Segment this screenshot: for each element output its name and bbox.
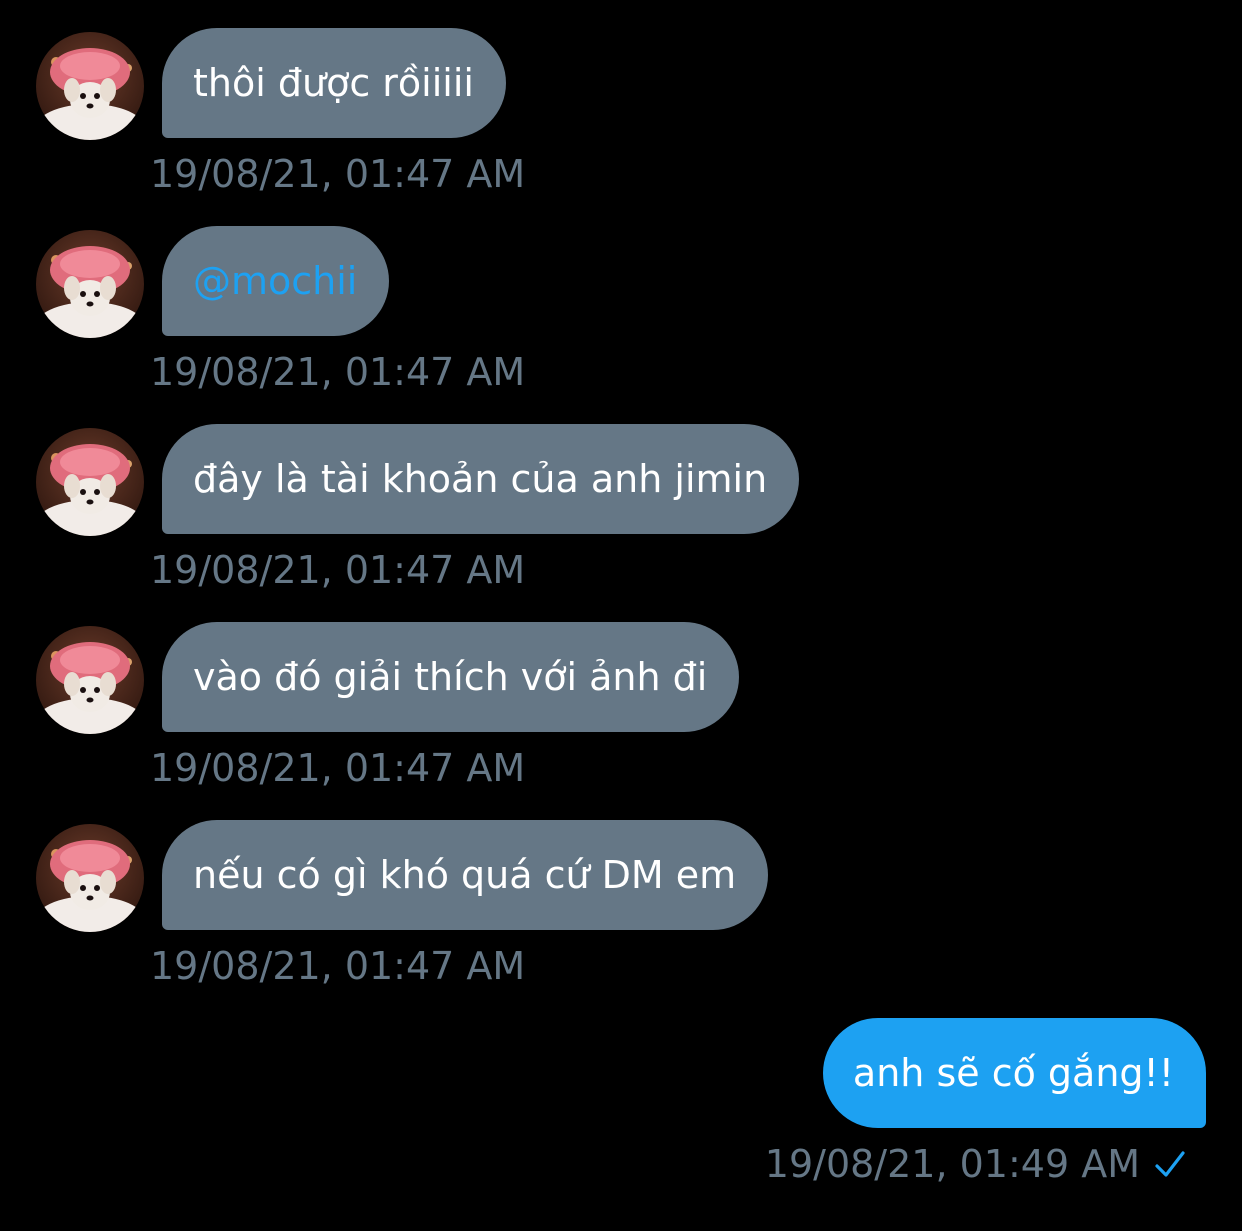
message-bubble[interactable]: vào đó giải thích với ảnh đi: [162, 622, 740, 732]
message-timestamp-row: 19/08/21, 01:49 AM: [765, 1142, 1186, 1186]
message-bubble[interactable]: đây là tài khoản của anh jimin: [162, 424, 800, 534]
message-timestamp: 19/08/21, 01:47 AM: [150, 548, 526, 592]
message-timestamp: 19/08/21, 01:47 AM: [150, 944, 526, 988]
checkmark-icon: [1155, 1151, 1185, 1177]
message-bubble[interactable]: thôi được rồiiiii: [162, 28, 506, 138]
dog-avatar-icon: [36, 230, 144, 338]
sender-avatar[interactable]: [36, 32, 144, 140]
dog-avatar-icon: [36, 824, 144, 932]
message-bubble[interactable]: nếu có gì khó quá cứ DM em: [162, 820, 769, 930]
mention-link[interactable]: @mochii: [193, 259, 357, 303]
message-bubble[interactable]: @mochii: [162, 226, 390, 336]
dog-avatar-icon: [36, 626, 144, 734]
dog-avatar-icon: [36, 32, 144, 140]
sender-avatar[interactable]: [36, 626, 144, 734]
sender-avatar[interactable]: [36, 230, 144, 338]
message-timestamp: 19/08/21, 01:47 AM: [150, 350, 526, 394]
message-timestamp: 19/08/21, 01:49 AM: [764, 1142, 1140, 1186]
sender-avatar[interactable]: [36, 824, 144, 932]
message-timestamp: 19/08/21, 01:47 AM: [150, 152, 526, 196]
sent-message-bubble[interactable]: anh sẽ cố gắng!!: [822, 1018, 1206, 1128]
dog-avatar-icon: [36, 428, 144, 536]
sender-avatar[interactable]: [36, 428, 144, 536]
message-timestamp: 19/08/21, 01:47 AM: [150, 746, 526, 790]
